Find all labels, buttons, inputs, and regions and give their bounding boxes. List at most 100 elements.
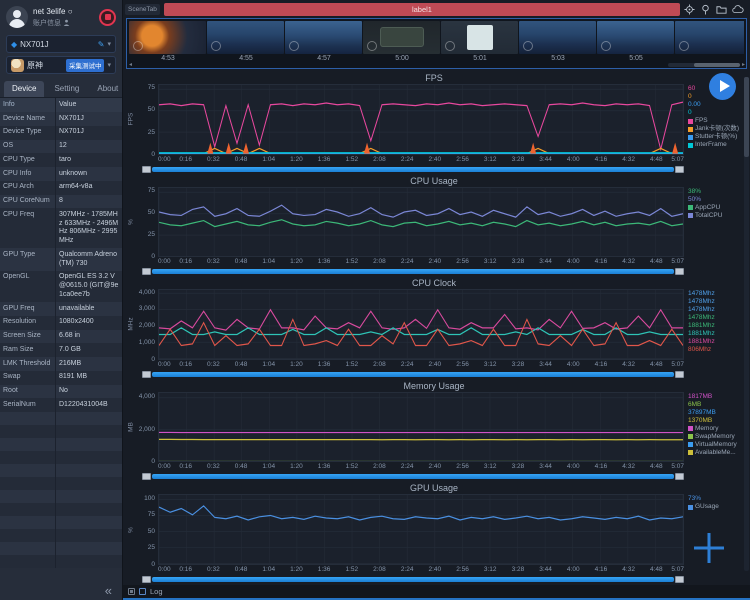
time-scrollbar[interactable] bbox=[142, 472, 684, 481]
strip-left-arrow[interactable]: ◂ bbox=[129, 61, 132, 68]
charts-vscroll-thumb[interactable] bbox=[744, 77, 749, 157]
x-tick: 4:48 bbox=[650, 463, 663, 470]
thumbnail-time bbox=[675, 55, 750, 62]
time-scrollbar[interactable] bbox=[142, 575, 684, 584]
tab-about[interactable]: About bbox=[89, 81, 126, 97]
series-value: 806Mhz bbox=[688, 346, 742, 354]
scrollbar-left-handle[interactable] bbox=[142, 371, 151, 378]
x-tick: 0:48 bbox=[235, 156, 248, 163]
thumbnail[interactable] bbox=[285, 21, 362, 54]
x-tick: 1:20 bbox=[290, 463, 303, 470]
x-tick: 2:56 bbox=[456, 463, 469, 470]
x-tick: 1:20 bbox=[290, 156, 303, 163]
legend-item[interactable]: Memory bbox=[688, 425, 742, 433]
thumbnail[interactable] bbox=[129, 21, 206, 54]
x-tick: 1:36 bbox=[318, 463, 331, 470]
thumbnail[interactable] bbox=[363, 21, 440, 54]
x-tick: 2:08 bbox=[373, 361, 386, 368]
thumbnail-scrollbar[interactable] bbox=[668, 63, 740, 67]
x-tick: 2:24 bbox=[401, 156, 414, 163]
table-cell-info bbox=[0, 464, 55, 477]
thumbnail[interactable] bbox=[441, 21, 518, 54]
legend-item[interactable]: AppCPU bbox=[688, 204, 742, 212]
y-tick: 100 bbox=[144, 496, 155, 503]
pin-icon[interactable] bbox=[700, 4, 711, 15]
scrollbar-right-handle[interactable] bbox=[675, 473, 684, 480]
x-tick: 4:00 bbox=[567, 156, 580, 163]
edit-icon[interactable]: ✎ bbox=[98, 40, 105, 49]
user-avatar[interactable] bbox=[6, 6, 28, 28]
tab-device[interactable]: Device bbox=[4, 81, 44, 97]
y-tick: 4,000 bbox=[139, 393, 155, 400]
legend-item[interactable]: FPS bbox=[688, 117, 742, 125]
play-button[interactable] bbox=[709, 73, 736, 100]
x-tick: 5:07 bbox=[671, 258, 684, 265]
scrollbar-right-handle[interactable] bbox=[675, 268, 684, 275]
device-info-table: Info Value Device NameNX701JDevice TypeN… bbox=[0, 98, 122, 600]
chart-title: GPU Usage bbox=[126, 482, 742, 494]
x-axis: 0:000:160:320:481:041:201:361:522:082:24… bbox=[158, 360, 684, 370]
y-tick: 0 bbox=[151, 562, 155, 569]
add-chart-button[interactable] bbox=[694, 533, 724, 563]
chart-readout: 1817MB6MB37897MB1370MBMemorySwapMemoryVi… bbox=[684, 392, 742, 463]
folder-icon[interactable] bbox=[716, 4, 727, 15]
charts-vertical-scrollbar[interactable] bbox=[744, 77, 749, 571]
legend-item[interactable]: VirtualMemory bbox=[688, 441, 742, 449]
scrollbar-left-handle[interactable] bbox=[142, 268, 151, 275]
table-cell-value: 6.68 in bbox=[55, 330, 122, 344]
record-stop-button[interactable] bbox=[99, 9, 116, 26]
legend-item[interactable]: TotalCPU bbox=[688, 212, 742, 220]
x-tick: 1:36 bbox=[318, 361, 331, 368]
time-scrollbar[interactable] bbox=[142, 165, 684, 174]
chart-plot-area: MHz4,0003,0002,0001,00001478Mhz1478Mhz14… bbox=[126, 289, 742, 360]
account-info-link[interactable]: 账户信息 bbox=[33, 18, 61, 28]
table-cell-info: GPU Type bbox=[0, 248, 55, 271]
scrollbar-range[interactable] bbox=[152, 269, 674, 274]
x-tick: 3:12 bbox=[484, 156, 497, 163]
legend-item[interactable]: GUsage bbox=[688, 503, 742, 511]
thumbnail[interactable] bbox=[597, 21, 674, 54]
scrollbar-left-handle[interactable] bbox=[142, 576, 151, 583]
jank-marker bbox=[672, 143, 678, 154]
thumbnail[interactable] bbox=[519, 21, 596, 54]
expand-icon[interactable] bbox=[128, 588, 135, 595]
location-icon[interactable] bbox=[684, 4, 695, 15]
tab-setting[interactable]: Setting bbox=[46, 81, 87, 97]
scrollbar-range[interactable] bbox=[152, 577, 674, 582]
x-tick: 2:24 bbox=[401, 463, 414, 470]
scrollbar-right-handle[interactable] bbox=[675, 576, 684, 583]
scrollbar-range[interactable] bbox=[152, 474, 674, 479]
sidebar-collapse-button[interactable]: « bbox=[105, 584, 112, 597]
x-tick: 2:56 bbox=[456, 258, 469, 265]
scrollbar-left-handle[interactable] bbox=[142, 473, 151, 480]
scrollbar-right-handle[interactable] bbox=[675, 371, 684, 378]
scrollbar-range[interactable] bbox=[152, 167, 674, 172]
legend-item[interactable]: InterFrame bbox=[688, 141, 742, 149]
thumbnail[interactable] bbox=[207, 21, 284, 54]
legend-item[interactable]: Jank卡顿(次数) bbox=[688, 125, 742, 133]
x-tick: 3:44 bbox=[539, 156, 552, 163]
legend-item[interactable]: AvailableMe... bbox=[688, 449, 742, 457]
scrollbar-right-handle[interactable] bbox=[675, 166, 684, 173]
table-row bbox=[0, 412, 122, 425]
device-dropdown[interactable]: ◆ NX701J ✎ ▾ bbox=[6, 35, 116, 53]
time-scrollbar[interactable] bbox=[142, 267, 684, 276]
cloud-icon[interactable] bbox=[732, 4, 744, 15]
time-scrollbar[interactable] bbox=[142, 370, 684, 379]
strip-right-arrow[interactable]: ▸ bbox=[742, 61, 745, 68]
y-axis-ticks: 1007550250 bbox=[135, 494, 158, 565]
table-row: Ram Size7.0 GB bbox=[0, 343, 122, 357]
legend-item[interactable]: Stutter卡顿(%) bbox=[688, 133, 742, 141]
thumbnail-scrollbar-handle[interactable] bbox=[694, 63, 740, 67]
app-dropdown[interactable]: 原神 采集测试中 ▾ bbox=[6, 56, 116, 74]
y-tick: 0 bbox=[151, 459, 155, 466]
legend-item[interactable]: SwapMemory bbox=[688, 433, 742, 441]
scrollbar-left-handle[interactable] bbox=[142, 166, 151, 173]
thumbnail[interactable] bbox=[675, 21, 744, 54]
log-checkbox[interactable] bbox=[139, 588, 146, 595]
y-axis-ticks: 7550250 bbox=[135, 84, 158, 155]
scrollbar-range[interactable] bbox=[152, 372, 674, 377]
series-TotalCPU bbox=[159, 205, 683, 217]
session-label-bar[interactable]: label1 bbox=[164, 3, 680, 16]
x-tick: 0:48 bbox=[235, 361, 248, 368]
